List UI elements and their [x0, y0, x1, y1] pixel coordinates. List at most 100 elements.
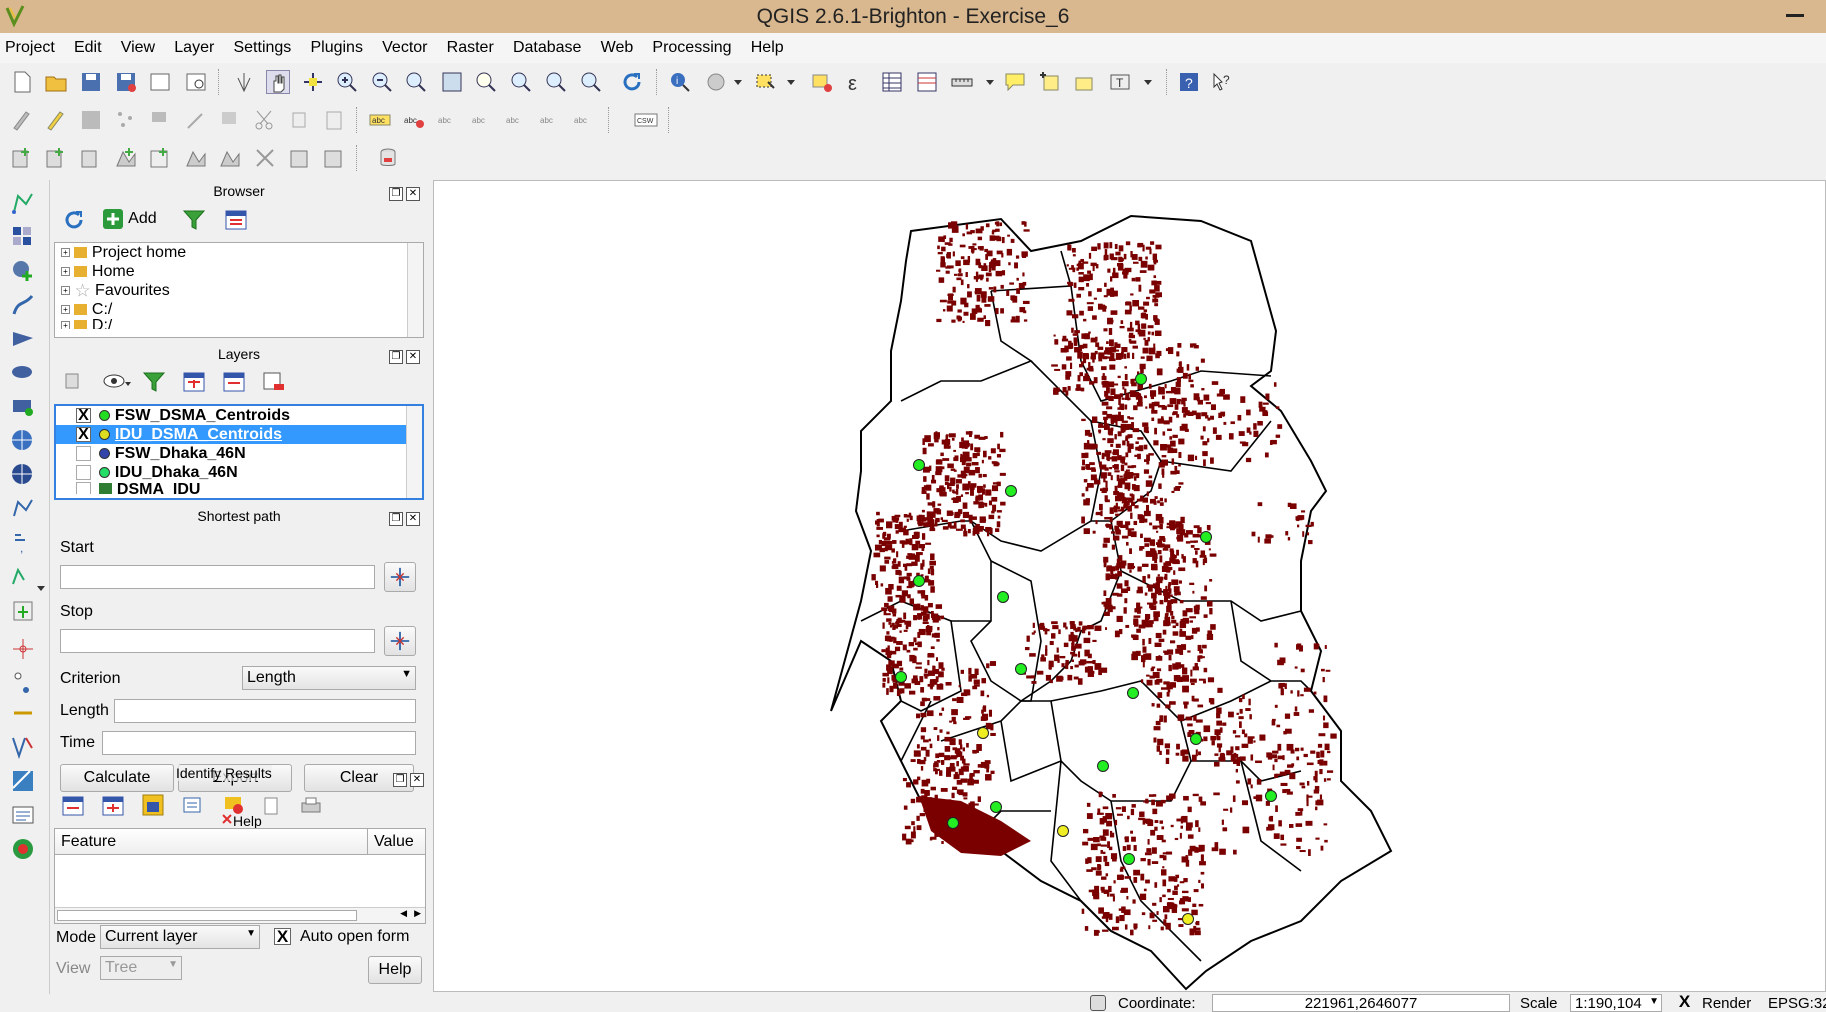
- expand-icon[interactable]: +: [61, 286, 70, 296]
- centroid-point[interactable]: [1127, 687, 1139, 699]
- layers-scrollbar[interactable]: [406, 406, 422, 498]
- composer-manager-icon[interactable]: [184, 70, 208, 94]
- layer-visibility-checkbox[interactable]: [76, 482, 91, 494]
- centroid-point[interactable]: [1182, 913, 1194, 925]
- centroid-point[interactable]: [1005, 485, 1017, 497]
- zoom-to-layer-icon[interactable]: [509, 70, 533, 94]
- map-rendering[interactable]: [434, 181, 1825, 991]
- pin-labels-icon[interactable]: abc: [402, 108, 426, 132]
- close-panel-icon[interactable]: ✕: [406, 350, 420, 364]
- mode-select[interactable]: Current layer ▼: [100, 925, 260, 949]
- add-feature-icon[interactable]: [114, 108, 138, 132]
- add-wms-icon[interactable]: [10, 428, 36, 454]
- browser-item-home[interactable]: + Home: [55, 262, 423, 281]
- field-calculator-icon[interactable]: [915, 70, 939, 94]
- zoom-next-icon[interactable]: [579, 70, 603, 94]
- show-hide-labels-icon[interactable]: abc: [436, 108, 460, 132]
- zoom-to-selection-icon[interactable]: [474, 70, 498, 94]
- centroid-point[interactable]: [1265, 790, 1277, 802]
- capture-point-icon[interactable]: [10, 636, 36, 662]
- save-layer-edits-icon[interactable]: [79, 108, 103, 132]
- copy-feature-icon[interactable]: [262, 796, 282, 816]
- centroid-point[interactable]: [1057, 825, 1069, 837]
- browser-item-project-home[interactable]: + Project home: [55, 243, 423, 262]
- coordinate-field[interactable]: 221961,2646077: [1212, 994, 1510, 1012]
- add-raster-layer-icon[interactable]: [10, 224, 36, 250]
- current-edits-icon[interactable]: [10, 108, 34, 132]
- label-options-icon[interactable]: abc: [572, 108, 596, 132]
- chevron-down-icon[interactable]: [779, 70, 795, 94]
- shortest-path-help-label[interactable]: Help: [233, 813, 262, 829]
- menu-project[interactable]: Project: [5, 33, 55, 57]
- select-by-expression-icon[interactable]: ε: [845, 70, 869, 95]
- whats-this-icon[interactable]: ?: [1210, 70, 1234, 94]
- layer-visibility-checkbox[interactable]: [76, 465, 91, 481]
- expand-all-icon[interactable]: [182, 370, 206, 394]
- centroid-point[interactable]: [913, 459, 925, 471]
- view-select[interactable]: Tree ▼: [100, 956, 182, 980]
- new-project-icon[interactable]: [10, 70, 34, 94]
- layer-item-fsw-dsma-centroids[interactable]: X FSW_DSMA_Centroids: [56, 406, 422, 425]
- menu-layer[interactable]: Layer: [174, 33, 214, 57]
- float-panel-icon[interactable]: ❐: [389, 512, 403, 526]
- identify-help-button[interactable]: Help: [368, 956, 422, 984]
- collapse-all-icon[interactable]: [222, 370, 246, 394]
- add-mssql-layer-icon[interactable]: [79, 146, 103, 170]
- save-project-icon[interactable]: [79, 70, 103, 94]
- add-vector-layer-icon[interactable]: [10, 190, 36, 216]
- layer-visibility-checkbox[interactable]: X: [76, 427, 91, 443]
- scroll-right-icon[interactable]: ▶: [414, 908, 421, 919]
- add-wfs-icon[interactable]: [10, 496, 36, 522]
- add-wms-layer-icon[interactable]: [148, 146, 172, 170]
- zoom-out-icon[interactable]: [370, 70, 394, 94]
- show-bookmarks-icon[interactable]: [1072, 70, 1096, 94]
- start-capture-point-button[interactable]: [384, 562, 416, 592]
- select-features-icon[interactable]: [754, 70, 778, 94]
- scroll-left-icon[interactable]: ◀: [400, 908, 407, 919]
- layer-visibility-checkbox[interactable]: X: [76, 408, 91, 424]
- cut-features-icon[interactable]: [253, 108, 277, 132]
- filter-legend-icon[interactable]: [142, 370, 166, 394]
- add-group-icon[interactable]: [62, 370, 84, 392]
- add-oracle-layer-icon[interactable]: [114, 146, 138, 170]
- open-form-icon[interactable]: [182, 796, 202, 814]
- chevron-down-icon[interactable]: [1136, 70, 1152, 94]
- add-delimited-text-icon[interactable]: [253, 146, 277, 170]
- add-postgis-layer-icon[interactable]: [10, 146, 34, 170]
- attribute-table-icon[interactable]: [880, 70, 904, 94]
- close-panel-icon[interactable]: ✕: [406, 512, 420, 526]
- chevron-down-icon[interactable]: [36, 575, 46, 601]
- collapse-tree-icon[interactable]: [102, 796, 124, 816]
- criterion-select[interactable]: Length ▼: [242, 666, 416, 690]
- reshape-features-icon[interactable]: [10, 734, 36, 760]
- value-column-header[interactable]: Value: [368, 829, 425, 855]
- layer-item-idu-dhaka-46n[interactable]: IDU_Dhaka_46N: [56, 463, 422, 482]
- menu-web[interactable]: Web: [601, 33, 634, 57]
- georeferencer-icon[interactable]: [10, 768, 36, 794]
- add-ring-icon[interactable]: [10, 700, 36, 726]
- touch-zoom-pan-icon[interactable]: [232, 70, 256, 94]
- simplify-feature-icon[interactable]: [10, 670, 36, 696]
- minimize-button[interactable]: [1786, 14, 1804, 17]
- manage-visibility-icon[interactable]: [102, 370, 132, 392]
- field-editor-icon[interactable]: [10, 802, 36, 828]
- centroid-point[interactable]: [947, 817, 959, 829]
- filter-icon[interactable]: [182, 208, 206, 232]
- expand-new-results-icon[interactable]: [142, 794, 164, 816]
- stop-capture-point-button[interactable]: [384, 626, 416, 656]
- browser-scrollbar[interactable]: [407, 243, 423, 337]
- browser-item-favourites[interactable]: + ☆ Favourites: [55, 281, 423, 300]
- add-button[interactable]: Add: [102, 208, 157, 232]
- menu-help[interactable]: Help: [751, 33, 784, 57]
- float-panel-icon[interactable]: ❐: [389, 350, 403, 364]
- run-feature-action-icon[interactable]: [704, 70, 728, 94]
- auto-open-form-checkbox[interactable]: X: [274, 928, 291, 945]
- zoom-full-icon[interactable]: [440, 70, 464, 94]
- scale-combobox[interactable]: 1:190,104 ▼: [1570, 994, 1662, 1012]
- layer-item-dsma-idu[interactable]: DSMA_IDU: [56, 482, 422, 494]
- new-bookmark-icon[interactable]: [1038, 70, 1062, 94]
- menu-edit[interactable]: Edit: [74, 33, 102, 57]
- grass-tools-icon[interactable]: [10, 836, 36, 862]
- start-input[interactable]: [60, 565, 375, 589]
- db-manager-icon[interactable]: [376, 146, 400, 170]
